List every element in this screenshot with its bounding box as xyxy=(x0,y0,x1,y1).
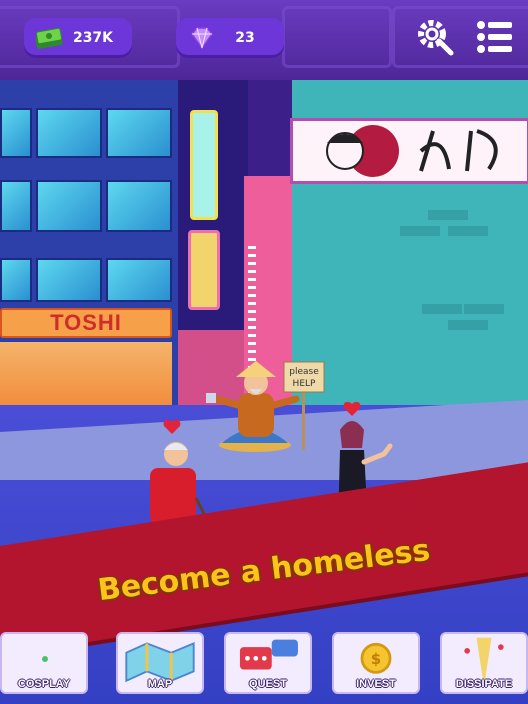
brick xyxy=(422,304,462,314)
brick xyxy=(448,226,488,236)
tab-map[interactable]: MAP xyxy=(116,632,204,694)
tab-quest-label: QUEST xyxy=(249,678,287,690)
window xyxy=(0,180,32,232)
heart-icon xyxy=(163,419,181,434)
help-sign-line1: please xyxy=(289,367,319,377)
window xyxy=(0,258,32,302)
neon-sign xyxy=(190,110,218,220)
cash-value: 237K xyxy=(72,30,114,46)
tab-cosplay[interactable]: COSPLAY xyxy=(0,632,88,694)
window xyxy=(36,180,102,232)
tab-map-label: MAP xyxy=(147,678,173,690)
tab-invest[interactable]: $ INVEST xyxy=(332,632,420,694)
window xyxy=(36,258,102,302)
geisha-logo-icon xyxy=(326,125,498,177)
brick xyxy=(464,304,504,314)
top-hud: 237K 23 xyxy=(0,0,528,80)
hud-deco-sign xyxy=(282,6,392,68)
store-sign: TOSHI xyxy=(0,308,172,338)
gem-counter[interactable]: 23 xyxy=(176,18,284,58)
neon-sign xyxy=(188,230,220,310)
svg-text:$: $ xyxy=(371,650,381,668)
cash-counter[interactable]: 237K xyxy=(24,18,132,58)
window xyxy=(106,258,172,302)
restaurant-sign xyxy=(290,118,528,184)
brick xyxy=(448,320,488,330)
settings-button[interactable] xyxy=(412,14,458,60)
right-building xyxy=(290,80,528,410)
left-building: TOSHI xyxy=(0,80,180,410)
tab-invest-label: INVEST xyxy=(356,678,396,690)
window xyxy=(106,108,172,158)
window xyxy=(106,180,172,232)
tab-dissipate[interactable]: DISSIPATE xyxy=(440,632,528,694)
tab-dissipate-label: DISSIPATE xyxy=(455,678,513,690)
gear-wrench-icon xyxy=(418,20,454,56)
tab-quest[interactable]: QUEST xyxy=(224,632,312,694)
window xyxy=(36,108,102,158)
tab-cosplay-label: COSPLAY xyxy=(17,678,71,690)
store-sign-text: TOSHI xyxy=(50,310,122,335)
list-menu-icon xyxy=(477,21,512,53)
game-screen: TOSHI please HELP Become a homeless 237K… xyxy=(0,0,528,704)
brick xyxy=(428,210,468,220)
gem-value: 23 xyxy=(235,30,255,46)
help-sign-line2: HELP xyxy=(293,379,316,389)
menu-button[interactable] xyxy=(472,14,518,60)
window xyxy=(0,108,32,158)
help-sign: please HELP xyxy=(283,361,325,450)
storefront xyxy=(0,342,172,410)
heart-icon xyxy=(343,401,361,416)
brick xyxy=(400,226,440,236)
